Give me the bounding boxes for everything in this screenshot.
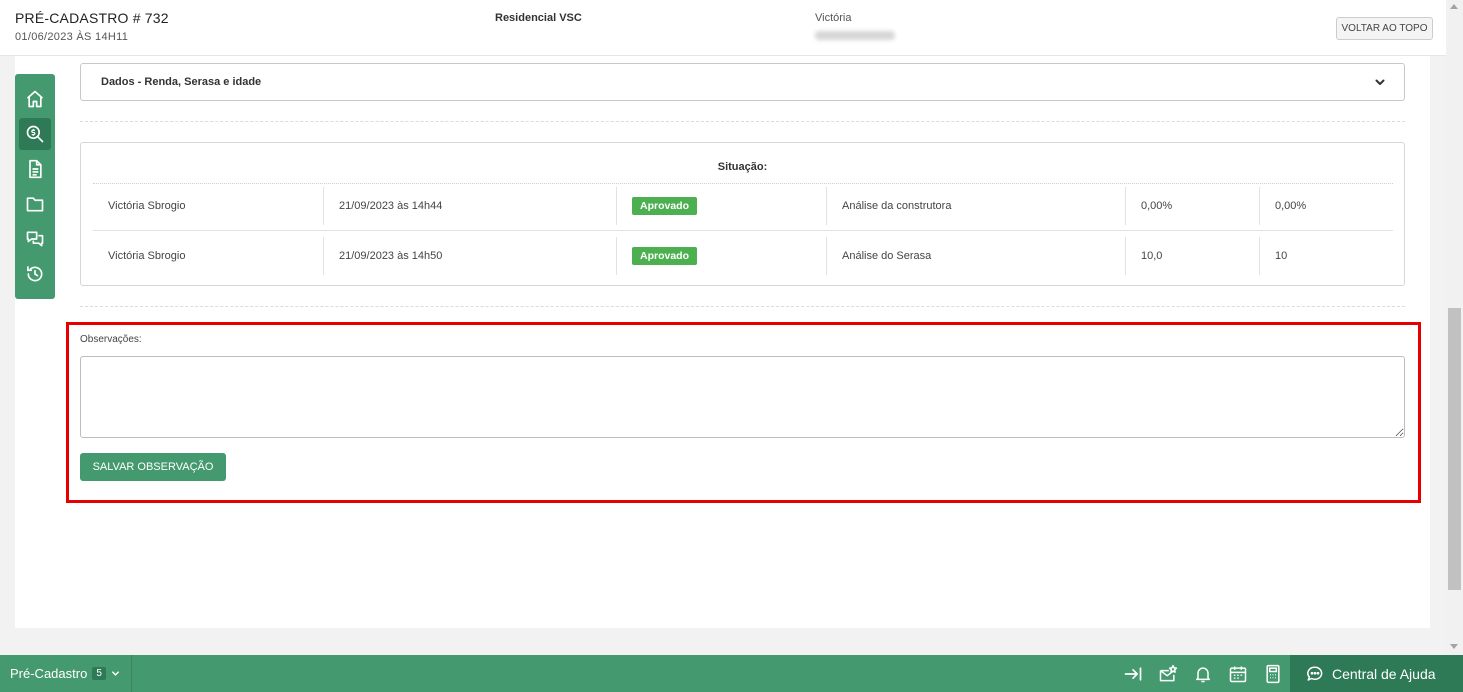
accordion-title: Dados - Renda, Serasa e idade: [101, 76, 262, 88]
row-status: Aprovado: [616, 187, 826, 225]
collapse-button[interactable]: [1122, 663, 1144, 685]
sidebar-item-documents[interactable]: [19, 153, 51, 185]
row-analysis: Análise da construtora: [826, 187, 1126, 225]
sidebar-item-financial-analysis[interactable]: [19, 118, 51, 150]
sidebar-item-history[interactable]: [19, 258, 51, 290]
bell-icon: [1196, 667, 1210, 683]
back-to-top-button[interactable]: VOLTAR AO TOPO: [1336, 17, 1433, 40]
header-divider: [93, 183, 1393, 184]
save-observation-button[interactable]: SALVAR OBSERVAÇÃO: [80, 453, 226, 481]
page-title: PRÉ-CADASTRO # 732: [15, 10, 169, 26]
scroll-down-arrow-icon[interactable]: [1450, 644, 1458, 649]
table-row: Victória Sbrogio 21/09/2023 às 14h44 Apr…: [93, 187, 1393, 231]
arrow-right-bar-icon: [1124, 667, 1142, 681]
row-analysis: Análise do Serasa: [826, 237, 1126, 275]
row-value-2: 0,00%: [1259, 187, 1393, 225]
sidebar-item-files[interactable]: [19, 188, 51, 220]
table-row: Victória Sbrogio 21/09/2023 às 14h50 Apr…: [93, 237, 1393, 281]
scroll-thumb[interactable]: [1448, 308, 1461, 590]
section-divider: [80, 121, 1405, 122]
alerts-button[interactable]: [1192, 663, 1214, 685]
status-history-title: Situação:: [717, 161, 768, 173]
calculator-button[interactable]: [1262, 663, 1284, 685]
blurred-client-info: [815, 31, 895, 40]
chat-icon: [26, 231, 44, 247]
client-name: Victória: [815, 12, 852, 24]
status-badge: Aprovado: [632, 247, 698, 265]
project-name: Residencial VSC: [495, 12, 582, 24]
sidebar-item-home[interactable]: [19, 83, 51, 115]
folder-icon: [26, 197, 44, 212]
history-icon: [27, 266, 43, 282]
envelope-star-icon: [1159, 664, 1178, 682]
calculator-icon: [1266, 664, 1280, 684]
row-status: Aprovado: [616, 237, 826, 275]
search-dollar-icon: [26, 125, 44, 143]
page-scrollbar[interactable]: [1446, 0, 1463, 655]
home-icon: [26, 90, 44, 108]
scroll-up-arrow-icon[interactable]: [1450, 4, 1458, 9]
row-user: Victória Sbrogio: [108, 200, 186, 212]
row-value-1: 0,00%: [1125, 187, 1259, 225]
accordion-income-serasa-age[interactable]: Dados - Renda, Serasa e idade: [80, 63, 1405, 101]
tab-pre-cadastro[interactable]: Pré-Cadastro 5: [0, 655, 132, 692]
side-navigation: [15, 74, 55, 299]
status-badge: Aprovado: [632, 197, 698, 215]
calendar-icon: [1229, 666, 1247, 683]
help-center-button[interactable]: Central de Ajuda: [1290, 655, 1463, 692]
page-header: PRÉ-CADASTRO # 732 01/06/2023 ÀS 14H11 R…: [0, 0, 1446, 56]
chevron-down-icon: [1375, 79, 1385, 85]
row-datetime: 21/09/2023 às 14h44: [323, 187, 613, 225]
chat-bubble-icon: [1307, 666, 1323, 681]
tab-label: Pré-Cadastro: [10, 666, 88, 681]
status-history-box: Situação: Victória Sbrogio 21/09/2023 às…: [80, 142, 1405, 286]
sidebar-item-messages[interactable]: [19, 223, 51, 255]
observations-textarea[interactable]: [80, 356, 1405, 438]
bottom-bar: Pré-Cadastro 5 Central de Ajuda: [0, 655, 1463, 692]
row-value-2: 10: [1259, 237, 1393, 275]
tab-count-badge: 5: [92, 667, 106, 680]
help-center-label: Central de Ajuda: [1332, 665, 1436, 682]
row-value-1: 10,0: [1125, 237, 1259, 275]
section-divider: [80, 306, 1405, 307]
row-datetime: 21/09/2023 às 14h50: [323, 237, 613, 275]
observations-label: Observações:: [80, 334, 142, 345]
created-date: 01/06/2023 ÀS 14H11: [15, 31, 129, 43]
calendar-button[interactable]: [1227, 663, 1249, 685]
document-icon: [29, 159, 42, 179]
notifications-mail-button[interactable]: [1157, 663, 1179, 685]
chevron-down-icon: [111, 671, 119, 676]
row-user: Victória Sbrogio: [108, 250, 186, 262]
